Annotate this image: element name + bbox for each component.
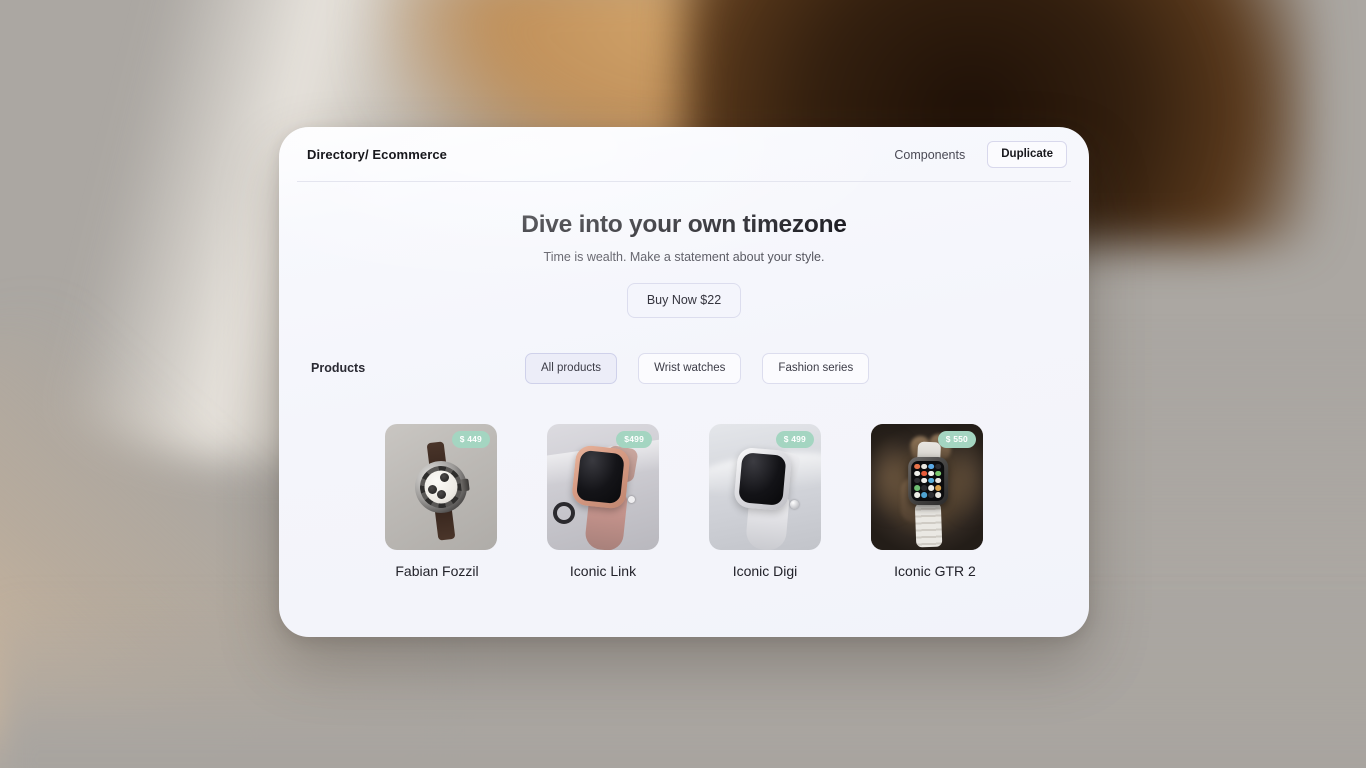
product-name: Iconic GTR 2 xyxy=(894,563,976,579)
product-card[interactable]: $ 499 Iconic Digi xyxy=(709,424,821,579)
price-badge: $499 xyxy=(616,431,652,448)
app-window: Directory/ Ecommerce Components Duplicat… xyxy=(279,127,1089,637)
cable-loop xyxy=(553,502,575,525)
hero-title: Dive into your own timezone xyxy=(521,211,847,238)
duplicate-button[interactable]: Duplicate xyxy=(987,140,1067,169)
watch-crown xyxy=(790,499,799,509)
watch-screen xyxy=(738,452,787,507)
buy-now-button[interactable]: Buy Now $22 xyxy=(626,283,742,318)
price-badge: $ 550 xyxy=(937,431,976,448)
filter-tab-all-products[interactable]: All products xyxy=(524,352,618,384)
product-name: Iconic Digi xyxy=(732,563,798,579)
app-header: Directory/ Ecommerce Components Duplicat… xyxy=(279,127,1089,182)
filter-tab-fashion-series[interactable]: Fashion series xyxy=(762,352,870,384)
watch-app-grid xyxy=(911,460,945,501)
watch-crown xyxy=(628,495,635,503)
hero-subtitle: Time is wealth. Make a statement about y… xyxy=(543,250,825,264)
nav-link-components[interactable]: Components xyxy=(894,148,965,162)
product-image-chronograph-watch[interactable]: $ 449 xyxy=(385,424,497,550)
watch-crown xyxy=(460,478,470,492)
product-grid: $ 449 Fabian Fozzil $499 Iconic Link $ 4… xyxy=(279,424,1089,579)
product-image-hand-holding-watch[interactable]: $ 550 xyxy=(871,424,983,550)
header-divider xyxy=(297,181,1071,182)
breadcrumb: Directory/ Ecommerce xyxy=(307,147,448,162)
watch-subdial xyxy=(440,473,449,482)
price-badge: $ 449 xyxy=(451,431,490,448)
product-card[interactable]: $499 Iconic Link xyxy=(547,424,659,579)
product-card[interactable]: $ 550 Iconic GTR 2 xyxy=(871,424,983,579)
watch-subdial xyxy=(428,485,437,494)
watch-band-bottom xyxy=(914,502,943,548)
product-image-white-smartwatch[interactable]: $ 499 xyxy=(709,424,821,550)
product-image-rose-gold-smartwatch[interactable]: $499 xyxy=(547,424,659,550)
price-badge: $ 499 xyxy=(775,431,814,448)
products-toolbar: Products All products Wrist watches Fash… xyxy=(279,352,1089,384)
hero-section: Dive into your own timezone Time is weal… xyxy=(279,182,1089,318)
product-name: Fabian Fozzil xyxy=(395,563,479,579)
filter-tab-wrist-watches[interactable]: Wrist watches xyxy=(638,352,742,384)
watch-screen xyxy=(575,449,625,505)
product-card[interactable]: $ 449 Fabian Fozzil xyxy=(385,424,497,579)
products-label: Products xyxy=(311,361,366,376)
header-actions: Components Duplicate xyxy=(894,140,1067,169)
product-name: Iconic Link xyxy=(569,563,637,579)
product-filter-tabs: All products Wrist watches Fashion serie… xyxy=(524,352,870,384)
watch-subdial xyxy=(437,490,446,499)
